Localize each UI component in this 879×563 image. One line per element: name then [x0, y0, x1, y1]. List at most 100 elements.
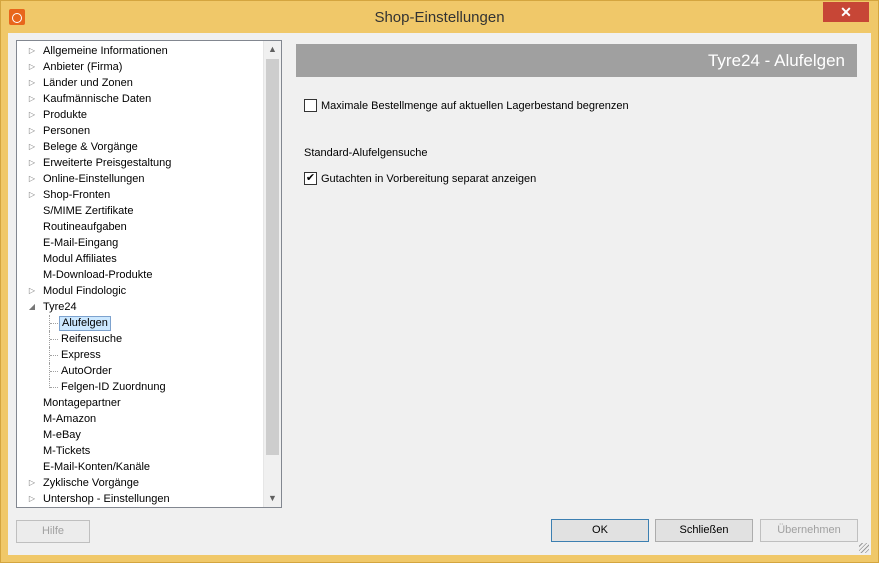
tree-item[interactable]: ▷ Anbieter (Firma)	[17, 59, 263, 75]
tree-item[interactable]: M-Amazon	[17, 411, 263, 427]
tree-item-label[interactable]: AutoOrder	[59, 363, 114, 379]
tree-item[interactable]: ▷ Online-Einstellungen	[17, 171, 263, 187]
help-button[interactable]: Hilfe	[16, 520, 90, 543]
panel-title: Tyre24 - Alufelgen	[707, 51, 845, 70]
expand-arrow-icon[interactable]: ▷	[27, 475, 37, 491]
close-button[interactable]: Schließen	[655, 519, 753, 542]
tree-item-label[interactable]: Allgemeine Informationen	[41, 43, 170, 59]
expand-arrow-icon[interactable]: ▷	[27, 43, 37, 59]
tree-item[interactable]: ▷ Untershop - Einstellungen	[17, 491, 263, 507]
tree-item-label[interactable]: Belege & Vorgänge	[41, 139, 140, 155]
collapse-arrow-icon[interactable]: ◢	[27, 299, 37, 315]
tree-item[interactable]: Modul Affiliates	[17, 251, 263, 267]
tree-item-label[interactable]: M-Download-Produkte	[41, 267, 154, 283]
tree-item-label[interactable]: Reifensuche	[59, 331, 124, 347]
tree-item-label[interactable]: Kaufmännische Daten	[41, 91, 153, 107]
ok-button[interactable]: OK	[551, 519, 649, 542]
expand-arrow-icon[interactable]: ▷	[27, 139, 37, 155]
dialog-body: ▷ Allgemeine Informationen ▷ Anbieter (Firm…	[8, 33, 871, 555]
expand-arrow-icon[interactable]: ▷	[27, 283, 37, 299]
tree-item-label[interactable]: Personen	[41, 123, 92, 139]
tree-item-label[interactable]: Tyre24	[41, 299, 79, 315]
tree-item[interactable]: ◢ Tyre24	[17, 299, 263, 315]
tree-item[interactable]: Express	[17, 347, 263, 363]
tree-item[interactable]: Felgen-ID Zuordnung	[17, 379, 263, 395]
tree-item-label[interactable]: M-Tickets	[41, 443, 92, 459]
panel-header: Tyre24 - Alufelgen	[296, 44, 857, 77]
window-title: Shop-Einstellungen	[374, 9, 505, 26]
settings-tree[interactable]: ▷ Allgemeine Informationen ▷ Anbieter (Firm…	[16, 40, 282, 508]
tree-connector	[50, 371, 58, 372]
apply-button[interactable]: Übernehmen	[760, 519, 858, 542]
tree-item-label[interactable]: Routineaufgaben	[41, 219, 129, 235]
tree-connector	[50, 323, 58, 324]
tree-item[interactable]: M-Tickets	[17, 443, 263, 459]
tree-item[interactable]: E-Mail-Eingang	[17, 235, 263, 251]
tree-item[interactable]: Routineaufgaben	[17, 219, 263, 235]
tree-scrollbar[interactable]: ▲ ▼	[263, 41, 281, 507]
expand-arrow-icon[interactable]: ▷	[27, 491, 37, 507]
tree-item-label[interactable]: E-Mail-Eingang	[41, 235, 120, 251]
tree-item-label[interactable]: Anbieter (Firma)	[41, 59, 124, 75]
tree-item[interactable]: M-eBay	[17, 427, 263, 443]
tree-item[interactable]: ▷ Shop-Fronten	[17, 187, 263, 203]
tree-item-label[interactable]: Modul Findologic	[41, 283, 128, 299]
tree-item-label[interactable]: M-eBay	[41, 427, 83, 443]
tree-item[interactable]: ▷ Belege & Vorgänge	[17, 139, 263, 155]
tree-item-label[interactable]: Untershop - Einstellungen	[41, 491, 172, 507]
settings-window: Shop-Einstellungen ✕ ▷ Allgemeine Informa…	[0, 0, 879, 563]
tree-item[interactable]: ▷ Modul Findologic	[17, 283, 263, 299]
expand-arrow-icon[interactable]: ▷	[27, 91, 37, 107]
tree-item[interactable]: ▷ Länder und Zonen	[17, 75, 263, 91]
tree-item[interactable]: Montagepartner	[17, 395, 263, 411]
tree-item[interactable]: AutoOrder	[17, 363, 263, 379]
tree-item[interactable]: Alufelgen	[17, 315, 263, 331]
expand-arrow-icon[interactable]: ▷	[27, 171, 37, 187]
tree-item[interactable]: E-Mail-Konten/Kanäle	[17, 459, 263, 475]
tree-item-label[interactable]: Produkte	[41, 107, 89, 123]
expand-arrow-icon[interactable]: ▷	[27, 187, 37, 203]
tree-item-label[interactable]: Online-Einstellungen	[41, 171, 147, 187]
tree-item-label[interactable]: Montagepartner	[41, 395, 123, 411]
tree-item[interactable]: ▷ Erweiterte Preisgestaltung	[17, 155, 263, 171]
scroll-down-icon[interactable]: ▼	[264, 490, 281, 507]
tree-item[interactable]: ▷ Kaufmännische Daten	[17, 91, 263, 107]
tree-item[interactable]: ▷ Allgemeine Informationen	[17, 43, 263, 59]
tree-item-label[interactable]: Shop-Fronten	[41, 187, 112, 203]
tree-item-label[interactable]: M-Amazon	[41, 411, 98, 427]
tree-connector	[50, 387, 58, 388]
tree-item[interactable]: ▷ Produkte	[17, 107, 263, 123]
close-window-button[interactable]: ✕	[823, 2, 869, 22]
tree-connector	[50, 339, 58, 340]
expand-arrow-icon[interactable]: ▷	[27, 107, 37, 123]
expand-arrow-icon[interactable]: ▷	[27, 155, 37, 171]
tree-item-label[interactable]: E-Mail-Konten/Kanäle	[41, 459, 152, 475]
tree-item[interactable]: ▷ Personen	[17, 123, 263, 139]
tree-connector	[50, 355, 58, 356]
max-order-checkbox[interactable]	[304, 99, 317, 112]
tree-item[interactable]: Reifensuche	[17, 331, 263, 347]
tree-item-label[interactable]: Felgen-ID Zuordnung	[59, 379, 168, 395]
gutachten-label: Gutachten in Vorbereitung separat anzeig…	[321, 173, 537, 185]
tree-item[interactable]: M-Download-Produkte	[17, 267, 263, 283]
expand-arrow-icon[interactable]: ▷	[27, 123, 37, 139]
tree-item-label[interactable]: Alufelgen	[59, 316, 111, 331]
scroll-up-icon[interactable]: ▲	[264, 41, 281, 58]
title-bar[interactable]: Shop-Einstellungen ✕	[1, 1, 878, 33]
tree-item-label[interactable]: Länder und Zonen	[41, 75, 135, 91]
tree-item[interactable]: ▷ Zyklische Vorgänge	[17, 475, 263, 491]
tree-item-label[interactable]: S/MIME Zertifikate	[41, 203, 135, 219]
tree-item-label[interactable]: Express	[59, 347, 103, 363]
tree-item-label[interactable]: Erweiterte Preisgestaltung	[41, 155, 173, 171]
tree-item-label[interactable]: Modul Affiliates	[41, 251, 119, 267]
section-label: Standard-Alufelgensuche	[304, 147, 428, 159]
scrollbar-thumb[interactable]	[266, 59, 279, 455]
resize-grip-icon[interactable]	[859, 543, 869, 553]
tree-item[interactable]: S/MIME Zertifikate	[17, 203, 263, 219]
expand-arrow-icon[interactable]: ▷	[27, 75, 37, 91]
gutachten-checkbox[interactable]: ✔	[304, 172, 317, 185]
expand-arrow-icon[interactable]: ▷	[27, 59, 37, 75]
tree-item-label[interactable]: Zyklische Vorgänge	[41, 475, 141, 491]
max-order-label: Maximale Bestellmenge auf aktuellen Lage…	[321, 100, 629, 112]
tree-list: ▷ Allgemeine Informationen ▷ Anbieter (Firm…	[17, 43, 263, 507]
